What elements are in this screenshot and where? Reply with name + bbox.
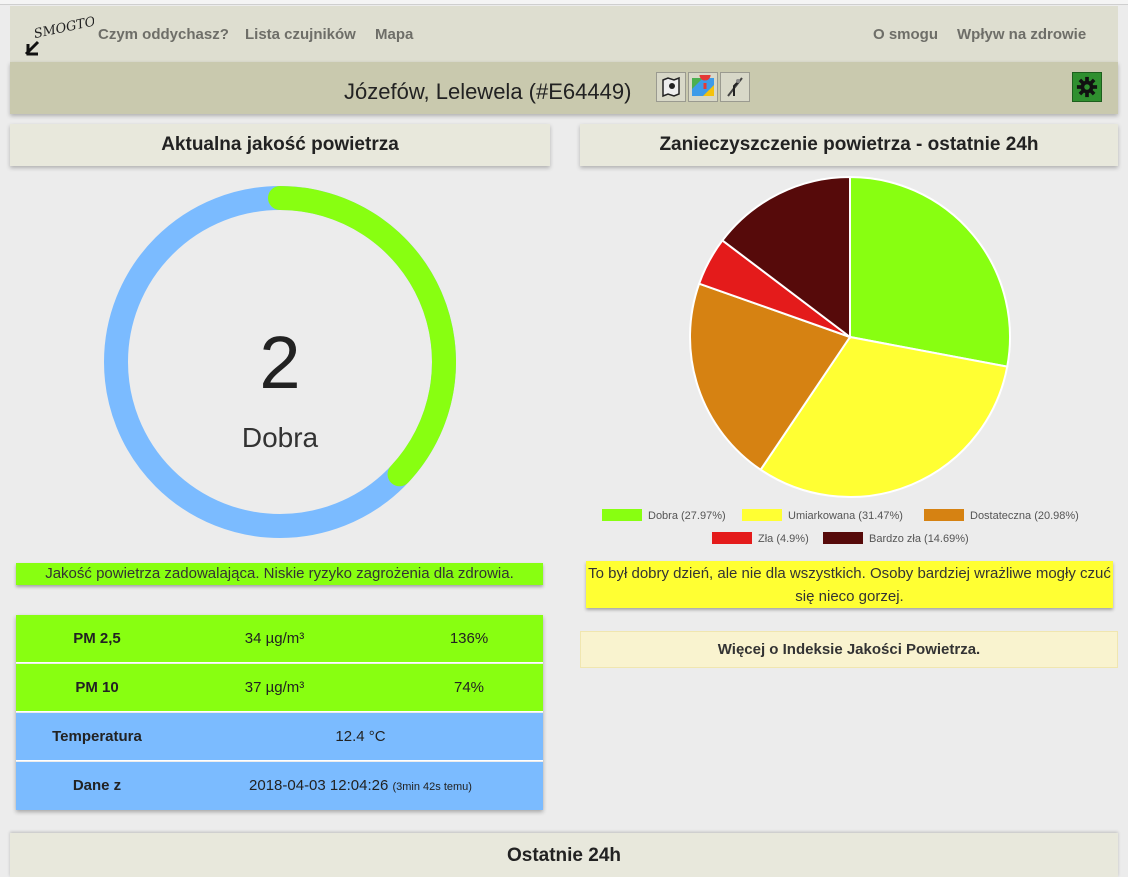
more-about-index-link[interactable]: Więcej o Indeksie Jakości Powietrza. xyxy=(580,631,1118,668)
nav-wplyw-na-zdrowie[interactable]: Wpływ na zdrowie xyxy=(957,26,1086,43)
measurements-table: PM 2,5 34 µg/m³ 136% PM 10 37 µg/m³ 74% … xyxy=(16,615,543,810)
legend-item-umiarkowana[interactable]: Umiarkowana (31.47%) xyxy=(742,509,903,522)
pollution-24h-header: Zanieczyszczenie powietrza - ostatnie 24… xyxy=(580,124,1118,166)
legend-item-zla[interactable]: Zła (4.9%) xyxy=(712,532,809,545)
legend-row-2: Zła (4.9%) Bardzo zła (14.69%) xyxy=(580,532,1118,548)
temperature-label: Temperatura xyxy=(52,728,142,745)
day-summary-message: To był dobry dzień, ale nie dla wszystki… xyxy=(586,561,1113,608)
smogtok-logo[interactable]: SMOGTOK xyxy=(24,12,108,56)
station-title: Józefów, Lelewela (#E64449) xyxy=(344,79,632,104)
status-message: Jakość powietrza zadowalająca. Niskie ry… xyxy=(16,563,543,585)
google-maps-button[interactable] xyxy=(688,72,718,102)
legend-swatch-zla xyxy=(712,532,752,544)
aqi-gauge: 2 Dobra xyxy=(104,186,456,538)
table-row-temperature: Temperatura 12.4 °C xyxy=(16,713,543,761)
pm10-percent: 74% xyxy=(453,679,485,696)
legend-item-dostateczna[interactable]: Dostateczna (20.98%) xyxy=(924,509,1079,522)
data-time-value-wrap: 2018-04-03 12:04:26 (3min 42s temu) xyxy=(178,777,543,794)
table-row-data-time: Dane z 2018-04-03 12:04:26 (3min 42s tem… xyxy=(16,762,543,810)
settings-button[interactable] xyxy=(1072,72,1102,102)
data-time-ago: (3min 42s temu) xyxy=(392,781,472,793)
table-row-pm25: PM 2,5 34 µg/m³ 136% xyxy=(16,615,543,663)
gear-icon xyxy=(1076,76,1098,98)
legend-swatch-bardzo-zla xyxy=(823,532,863,544)
legend-item-dobra[interactable]: Dobra (27.97%) xyxy=(602,509,726,522)
legend-label-umiarkowana: Umiarkowana (31.47%) xyxy=(788,510,903,522)
legend-label-bardzo-zla: Bardzo zła (14.69%) xyxy=(869,533,969,545)
pm10-label: PM 10 xyxy=(75,679,119,696)
current-quality-header: Aktualna jakość powietrza xyxy=(10,124,550,166)
nav-mapa[interactable]: Mapa xyxy=(375,26,413,43)
pie-slice-dobra[interactable] xyxy=(849,175,1011,368)
map-marker-button[interactable] xyxy=(656,72,686,102)
legend-swatch-umiarkowana xyxy=(742,509,782,521)
compass-icon xyxy=(727,77,743,97)
pm10-value: 37 µg/m³ xyxy=(244,679,305,696)
pollution-pie-chart xyxy=(689,175,1011,498)
nav-czym-oddychasz[interactable]: Czym oddychasz? xyxy=(98,26,229,43)
pm25-percent: 136% xyxy=(449,630,489,647)
legend-item-bardzo-zla[interactable]: Bardzo zła (14.69%) xyxy=(823,532,969,545)
nav-lista-czujnikow[interactable]: Lista czujników xyxy=(245,26,356,43)
nav-o-smogu[interactable]: O smogu xyxy=(873,26,938,43)
station-bar: Józefów, Lelewela (#E64449) xyxy=(10,62,1118,114)
pm25-value: 34 µg/m³ xyxy=(244,630,305,647)
browser-top-line xyxy=(0,0,1128,5)
gauge-label: Dobra xyxy=(241,422,319,453)
legend-row-1: Dobra (27.97%) Umiarkowana (31.47%) Dost… xyxy=(580,509,1118,525)
svg-text:SMOGTOK: SMOGTOK xyxy=(33,14,94,42)
last-24h-header: Ostatnie 24h xyxy=(10,833,1118,877)
map-marker-icon xyxy=(662,76,680,98)
compass-button[interactable] xyxy=(720,72,750,102)
google-maps-icon xyxy=(692,75,714,96)
pm25-label: PM 2,5 xyxy=(73,630,121,647)
gauge-value: 2 xyxy=(259,321,301,404)
data-time-value: 2018-04-03 12:04:26 xyxy=(249,777,389,794)
top-navbar: SMOGTOK Czym oddychasz? Lista czujników … xyxy=(10,6,1118,62)
legend-swatch-dobra xyxy=(602,509,642,521)
legend-label-zla: Zła (4.9%) xyxy=(758,533,809,545)
table-row-pm10: PM 10 37 µg/m³ 74% xyxy=(16,664,543,712)
legend-swatch-dostateczna xyxy=(924,509,964,521)
legend-label-dostateczna: Dostateczna (20.98%) xyxy=(970,510,1079,522)
legend-label-dobra: Dobra (27.97%) xyxy=(648,510,726,522)
temperature-value: 12.4 °C xyxy=(335,728,386,745)
data-time-label: Dane z xyxy=(72,777,122,794)
